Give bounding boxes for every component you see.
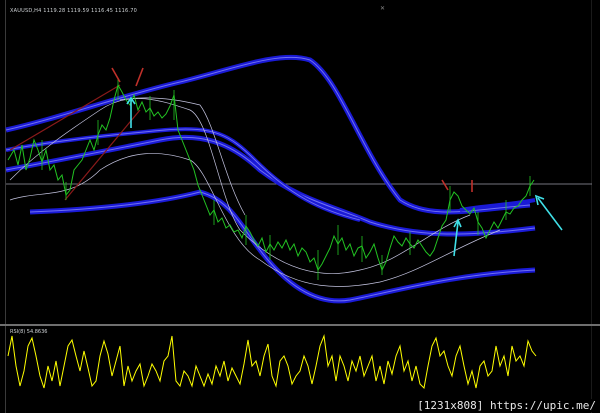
- image-footer: [1231x808] https://upic.me/: [415, 399, 598, 412]
- chart-window: XAUUSD,H4 1119.28 1119.59 1116.45 1116.7…: [0, 0, 600, 413]
- envelope-lines: [9, 97, 501, 287]
- upper-outer-band: [5, 54, 531, 215]
- trend-lines: [9, 84, 141, 201]
- rsi-series: [7, 334, 537, 390]
- close-icon[interactable]: ✕: [380, 5, 385, 12]
- rsi-title: RSI(8) 54.8636: [10, 329, 48, 335]
- price-chart[interactable]: [0, 0, 600, 326]
- chart-title: XAUUSD,H4 1119.28 1119.59 1116.45 1116.7…: [10, 8, 137, 14]
